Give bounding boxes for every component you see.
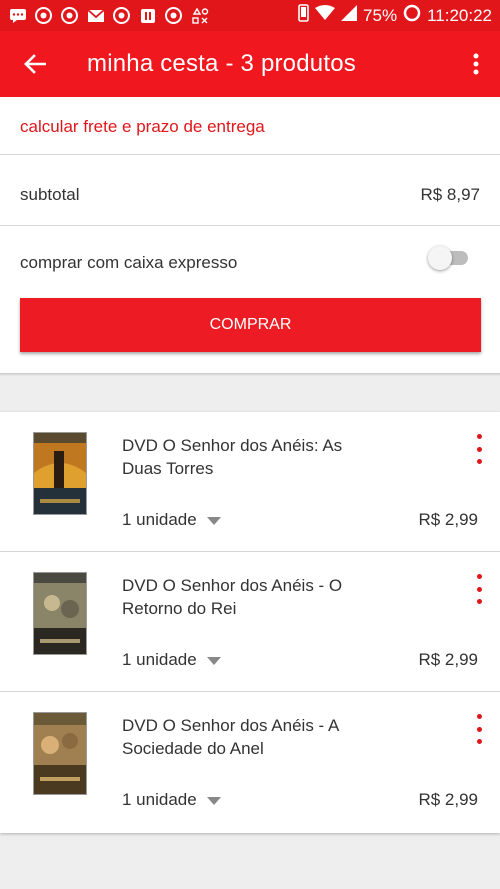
item-options-button[interactable]	[472, 714, 486, 744]
express-checkout-toggle[interactable]	[428, 246, 468, 270]
dvd-cover-image[interactable]	[33, 712, 87, 795]
kebab-dot	[476, 459, 482, 464]
kebab-dot	[476, 726, 482, 732]
product-price: R$ 2,99	[418, 510, 478, 529]
list-item: DVD O Senhor dos Anéis: As Duas Torres 1…	[0, 412, 500, 552]
kebab-dot	[476, 586, 482, 592]
chrome-icon	[164, 7, 183, 24]
list-item: DVD O Senhor dos Anéis - A Sociedade do …	[0, 692, 500, 833]
product-name[interactable]: DVD O Senhor dos Anéis: As Duas Torres	[122, 434, 372, 480]
notification-icons	[8, 7, 209, 24]
battery-icon	[403, 4, 421, 27]
kebab-dot	[476, 599, 482, 604]
status-bar: 75% 11:20:22	[0, 0, 500, 31]
express-checkout-label: comprar com caixa expresso	[20, 253, 238, 272]
wifi-icon	[315, 5, 336, 26]
clock: 11:20:22	[427, 5, 492, 25]
subtotal-value: R$ 8,97	[420, 185, 480, 204]
page-title: minha cesta - 3 produtos	[87, 50, 356, 77]
divider	[0, 225, 500, 226]
card-shadow	[0, 373, 500, 376]
battery-percent: 75%	[363, 5, 398, 25]
signal-icon	[341, 5, 358, 26]
product-price: R$ 2,99	[418, 790, 478, 809]
product-price: R$ 2,99	[418, 650, 478, 669]
dvd-cover-image[interactable]	[33, 432, 87, 515]
gmail-icon	[86, 7, 105, 24]
quantity-value: 1 unidade	[122, 790, 197, 809]
system-icons: 75% 11:20:22	[298, 4, 492, 27]
quantity-value: 1 unidade	[122, 650, 197, 669]
overflow-menu-button[interactable]	[464, 49, 488, 79]
subtotal-label: subtotal	[20, 185, 80, 204]
quantity-selector[interactable]: 1 unidade	[122, 650, 221, 670]
item-options-button[interactable]	[472, 574, 486, 604]
game-controller-icon	[190, 7, 209, 24]
cart-summary: calcular frete e prazo de entrega subtot…	[0, 97, 500, 373]
caret-down-icon	[206, 656, 221, 665]
app-notification-icon	[138, 7, 157, 24]
more-vertical-icon	[473, 53, 479, 75]
calculate-shipping-link[interactable]: calcular frete e prazo de entrega	[20, 117, 265, 137]
list-item: DVD O Senhor dos Anéis - O Retorno do Re…	[0, 552, 500, 692]
kebab-dot	[476, 446, 482, 452]
quantity-selector[interactable]: 1 unidade	[122, 510, 221, 530]
buy-button[interactable]: COMPRAR	[20, 298, 481, 352]
quantity-value: 1 unidade	[122, 510, 197, 529]
more-vertical-icon	[476, 434, 482, 439]
more-vertical-icon	[476, 714, 482, 719]
chrome-icon	[60, 7, 79, 24]
chrome-icon	[34, 7, 53, 24]
chrome-icon	[112, 7, 131, 24]
arrow-left-icon	[24, 54, 46, 74]
kebab-dot	[476, 739, 482, 744]
more-vertical-icon	[476, 574, 482, 579]
phone-icon	[298, 4, 309, 27]
caret-down-icon	[206, 516, 221, 525]
chat-notification-icon	[8, 7, 27, 24]
back-button[interactable]	[0, 31, 70, 97]
divider	[0, 154, 500, 155]
item-options-button[interactable]	[472, 434, 486, 464]
quantity-selector[interactable]: 1 unidade	[122, 790, 221, 810]
product-list: DVD O Senhor dos Anéis: As Duas Torres 1…	[0, 412, 500, 833]
app-bar: minha cesta - 3 produtos	[0, 31, 500, 97]
product-name[interactable]: DVD O Senhor dos Anéis - O Retorno do Re…	[122, 574, 372, 620]
dvd-cover-image[interactable]	[33, 572, 87, 655]
caret-down-icon	[206, 796, 221, 805]
toggle-knob	[428, 246, 452, 270]
product-name[interactable]: DVD O Senhor dos Anéis - A Sociedade do …	[122, 714, 372, 760]
